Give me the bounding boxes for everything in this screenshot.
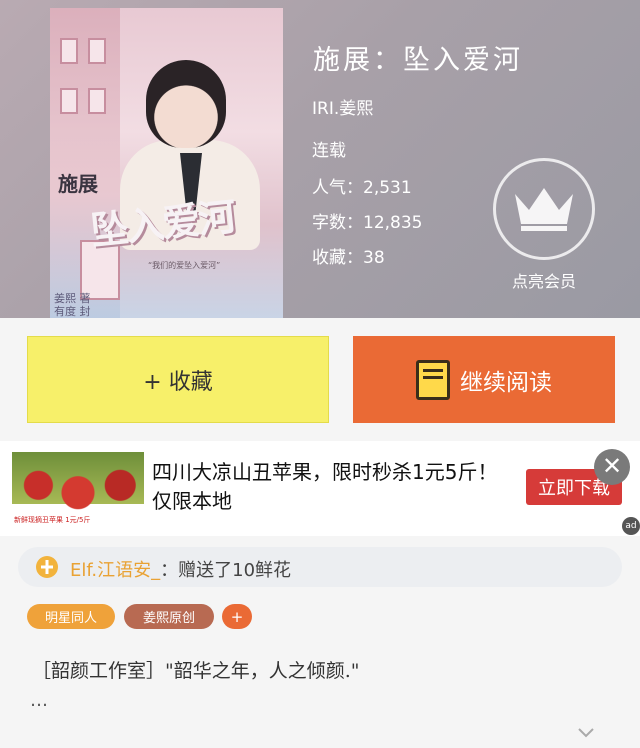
book-cover[interactable]: 施展 坠入爱河 “我们的爱坠入爱河” 姜熙 著 有度 封 <box>50 8 283 318</box>
gift-user-name[interactable]: Elf.江语安_ <box>70 560 160 581</box>
continue-reading-label: 继续阅读 <box>460 369 552 396</box>
ad-text[interactable]: 四川大凉山丑苹果，限时秒杀1元5斤！仅限本地 <box>152 458 512 516</box>
book-status: 连载 <box>312 141 346 161</box>
tag-fan-fiction[interactable]: 明星同人 <box>27 604 115 629</box>
crown-icon <box>515 188 573 231</box>
vip-badge[interactable] <box>493 158 595 260</box>
continue-reading-button[interactable]: 继续阅读 <box>353 336 615 423</box>
book-popularity: 人气：2,531 <box>312 178 412 198</box>
cover-window-art <box>60 38 78 64</box>
cover-window-art <box>88 88 106 114</box>
gift-message: Elf.江语安_：赠送了10鲜花 <box>70 556 291 582</box>
cover-window-art <box>88 38 106 64</box>
book-title: 施展：坠入爱河 <box>313 45 523 76</box>
book-word-count: 字数：12,835 <box>312 213 423 233</box>
ad-close-icon[interactable]: ✕ <box>594 449 630 485</box>
book-icon <box>416 359 450 400</box>
book-intro: ［韶颜工作室］"韶华之年，人之倾颜." <box>32 660 360 682</box>
book-favorites: 收藏：38 <box>312 248 385 268</box>
cover-credit-line: 姜熙 著 <box>54 292 91 305</box>
cover-credit: 姜熙 著 有度 封 <box>54 292 91 318</box>
gift-action: ：赠送了10鲜花 <box>160 560 292 581</box>
ad-image-caption: 新鲜现摘丑苹果 1元/5斤 <box>14 516 91 524</box>
ad-mark-icon[interactable]: ad <box>622 517 640 535</box>
chevron-down-icon[interactable] <box>576 722 596 742</box>
cover-subtitle: “我们的爱坠入爱河” <box>148 261 221 270</box>
add-favorite-button[interactable]: + 收藏 <box>27 336 329 423</box>
tag-original[interactable]: 姜熙原创 <box>124 604 214 629</box>
book-author[interactable]: IRI.姜熙 <box>312 94 373 119</box>
cover-figure-head <box>146 60 226 148</box>
cover-title-small: 施展 <box>58 172 98 196</box>
cover-credit-line: 有度 封 <box>54 305 91 318</box>
gift-notice-bar[interactable]: Elf.江语安_：赠送了10鲜花 <box>18 547 622 587</box>
add-tag-button[interactable]: + <box>222 604 252 629</box>
vip-label[interactable]: 点亮会员 <box>493 268 595 292</box>
cover-window-art <box>60 88 78 114</box>
flower-icon <box>36 556 58 578</box>
book-intro-ellipsis: … <box>30 690 48 711</box>
book-header: 施展 坠入爱河 “我们的爱坠入爱河” 姜熙 著 有度 封 施展：坠入爱河 IRI… <box>0 0 640 318</box>
